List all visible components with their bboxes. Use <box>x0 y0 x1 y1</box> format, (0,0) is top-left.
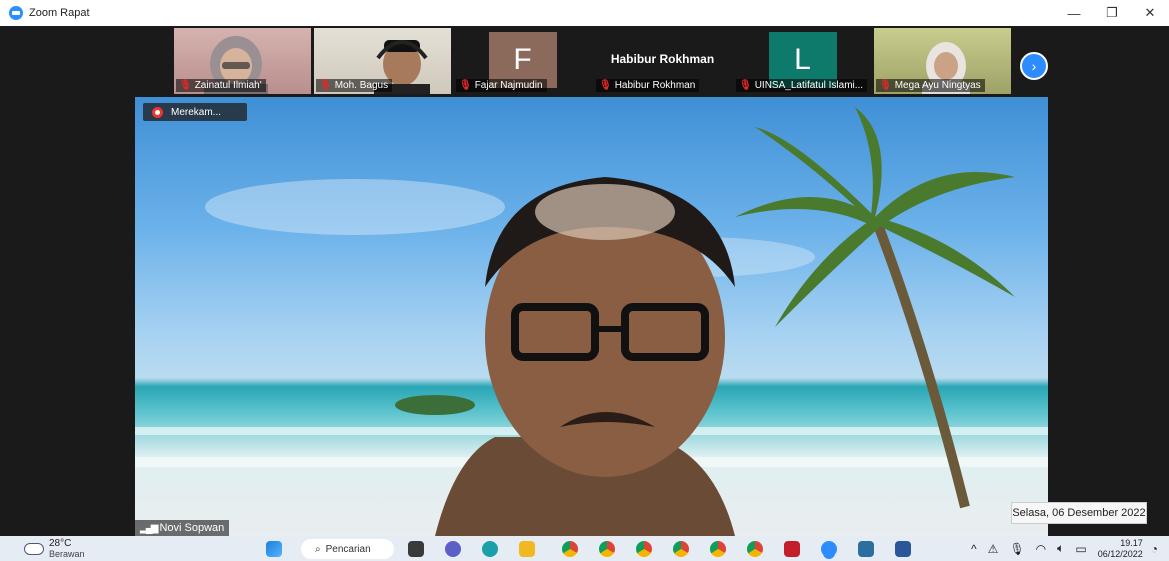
participant-name: Mega Ayu Ningtyas <box>894 80 981 91</box>
speaker-video-frame <box>135 107 1048 536</box>
camera-app-icon[interactable] <box>858 541 874 557</box>
clock-time: 19.17 <box>1120 537 1143 548</box>
next-participants-button[interactable]: › <box>1020 52 1048 80</box>
participant-tile[interactable]: F 🎙︎ Fajar Najmudin <box>454 28 591 94</box>
title-bar: Zoom Rapat — ❐ ✕ <box>0 0 1169 26</box>
participant-tile[interactable]: 🎙︎ Mega Ayu Ningtyas <box>874 28 1011 94</box>
participant-tile[interactable]: 🎙︎ Moh. Bagus <box>314 28 451 94</box>
participant-name-tag: 🎙︎ Fajar Najmudin <box>456 79 547 92</box>
close-button[interactable]: ✕ <box>1131 0 1169 26</box>
participant-display-name: Habibur Rokhman <box>610 52 715 66</box>
microphone-icon[interactable]: 🎙︎ <box>1009 542 1024 556</box>
participant-name: Habibur Rokhman <box>614 80 696 91</box>
system-clock[interactable]: 19.17 06/12/2022 <box>1098 538 1143 560</box>
chat-icon[interactable] <box>445 541 461 557</box>
window-title: Zoom Rapat <box>29 7 90 19</box>
muted-mic-icon: 🎙︎ <box>739 80 752 91</box>
recording-indicator[interactable]: Merekam... <box>143 103 247 121</box>
minimize-button[interactable]: — <box>1055 0 1093 26</box>
window-controls: — ❐ ✕ <box>1055 0 1169 26</box>
chrome-icon[interactable] <box>710 541 726 557</box>
wifi-icon[interactable]: ◠ <box>1036 542 1046 556</box>
speaker-name: Novi Sopwan <box>159 522 225 534</box>
notifications-icon[interactable]: ◔ <box>1151 542 1158 556</box>
search-icon: ⌕ <box>315 543 321 555</box>
system-tray: ^ ⚠ 🎙︎ ◠ 🔈︎ ▭ 19.17 06/12/2022 ◔ <box>971 536 1169 561</box>
speaker-name-tag: ▂▄▆ Novi Sopwan <box>135 520 230 536</box>
date-tooltip: Selasa, 06 Desember 2022 <box>1011 502 1147 524</box>
participant-name-tag: 🎙︎ Habibur Rokhman <box>596 79 700 92</box>
participant-tile[interactable]: 🎙︎ Zainatul Ilmiah' <box>174 28 311 94</box>
participant-name: UINSA_Latifatul Islami... <box>754 80 864 91</box>
weather-widget[interactable]: 28°C Berawan <box>24 539 85 559</box>
clock-date: 06/12/2022 <box>1097 548 1143 559</box>
file-explorer-icon[interactable] <box>519 541 535 557</box>
weather-condition: Berawan <box>49 549 85 559</box>
network-alert-icon[interactable]: ⚠ <box>988 542 999 556</box>
muted-mic-icon: 🎙︎ <box>599 80 612 91</box>
edge-icon[interactable] <box>482 541 498 557</box>
chrome-icon[interactable] <box>673 541 689 557</box>
participant-name-tag: 🎙︎ Zainatul Ilmiah' <box>176 79 266 92</box>
restore-button[interactable]: ❐ <box>1093 0 1131 26</box>
search-input[interactable]: ⌕ Pencarian <box>301 539 394 559</box>
weather-temp: 28°C <box>49 538 72 549</box>
active-speaker-video: Merekam... ▂▄▆ Novi Sopwan <box>135 97 1048 536</box>
battery-icon[interactable]: ▭ <box>1075 542 1086 556</box>
recording-label: Merekam... <box>171 106 222 118</box>
chrome-icon[interactable] <box>636 541 652 557</box>
chrome-icon[interactable] <box>599 541 615 557</box>
search-placeholder: Pencarian <box>325 543 371 555</box>
zoom-app-icon[interactable] <box>821 541 837 557</box>
cloud-icon <box>24 543 44 555</box>
participant-name: Moh. Bagus <box>334 80 389 91</box>
task-view-icon[interactable] <box>408 541 424 557</box>
volume-icon[interactable]: 🔈︎ <box>1057 541 1064 556</box>
participant-name-tag: 🎙︎ UINSA_Latifatul Islami... <box>736 79 868 92</box>
participant-tile[interactable]: Habibur Rokhman 🎙︎ Habibur Rokhman <box>594 28 731 94</box>
participant-strip: 🎙︎ Zainatul Ilmiah' 🎙︎ Moh. Bagus F 🎙︎ Faja… <box>174 28 1011 94</box>
muted-mic-icon: 🎙︎ <box>179 80 192 91</box>
chevron-right-icon: › <box>1031 58 1037 74</box>
signal-strength-icon: ▂▄▆ <box>140 522 159 534</box>
record-icon <box>152 106 163 118</box>
participant-name: Zainatul Ilmiah' <box>194 80 262 91</box>
participant-name-tag: 🎙︎ Mega Ayu Ningtyas <box>876 79 985 92</box>
mendeley-icon[interactable] <box>784 541 800 557</box>
chrome-icon[interactable] <box>562 541 578 557</box>
word-icon[interactable] <box>895 541 911 557</box>
chrome-icon[interactable] <box>747 541 763 557</box>
zoom-logo-icon <box>9 6 23 20</box>
participant-name-tag: 🎙︎ Moh. Bagus <box>316 79 393 92</box>
muted-mic-icon: 🎙︎ <box>459 80 472 91</box>
participant-name: Fajar Najmudin <box>474 80 543 91</box>
start-windows-icon[interactable] <box>266 541 282 557</box>
chevron-up-icon[interactable]: ^ <box>971 542 977 556</box>
muted-mic-icon: 🎙︎ <box>879 80 892 91</box>
taskbar: 28°C Berawan ⌕ Pencarian ^ ⚠ 🎙︎ ◠ 🔈︎ ▭ 1… <box>0 536 1169 561</box>
participant-tile[interactable]: L 🎙︎ UINSA_Latifatul Islami... <box>734 28 871 94</box>
muted-mic-icon: 🎙︎ <box>319 80 332 91</box>
meeting-stage: 🎙︎ Zainatul Ilmiah' 🎙︎ Moh. Bagus F 🎙︎ Faja… <box>0 26 1169 536</box>
